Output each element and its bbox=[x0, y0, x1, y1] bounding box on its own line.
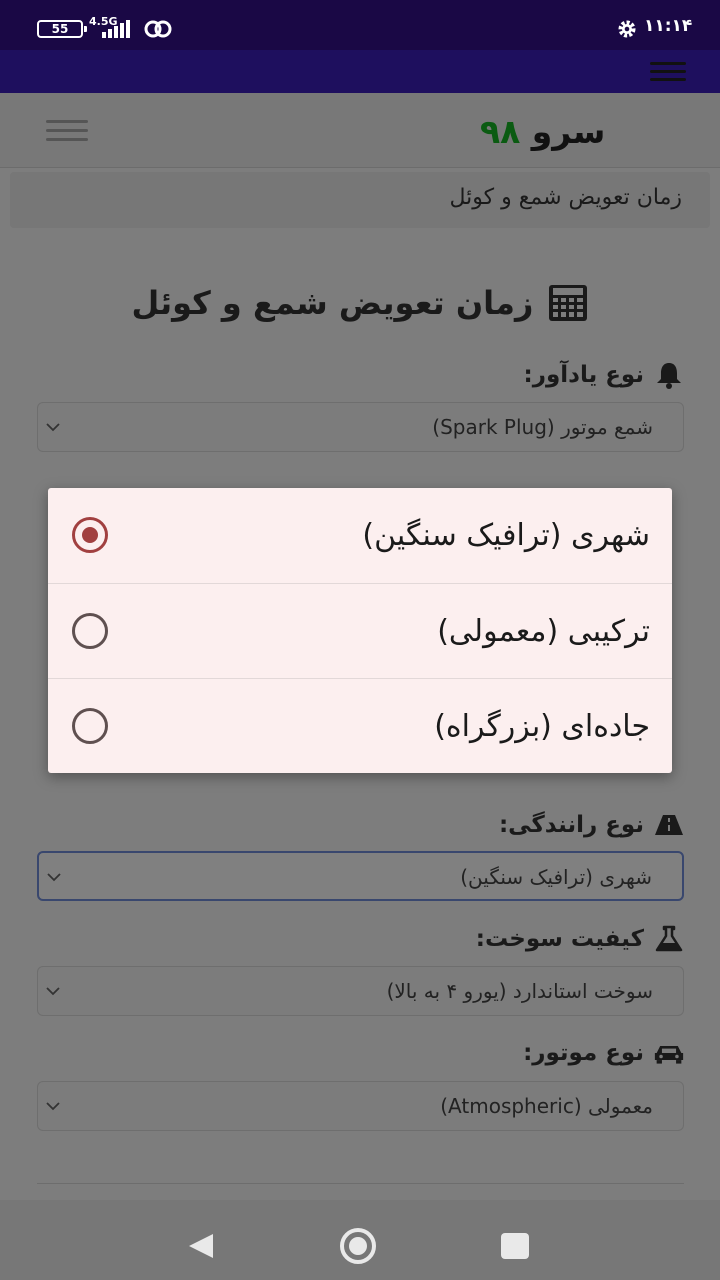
status-bar: 55 4.5G ۱۱:۱۴ bbox=[0, 0, 720, 50]
logo-number: ۹۸ bbox=[480, 112, 521, 151]
breadcrumb: زمان تعویض شمع و کوئل bbox=[10, 172, 710, 228]
battery-indicator: 55 bbox=[37, 20, 87, 38]
radio-button[interactable] bbox=[72, 613, 108, 649]
recents-icon[interactable] bbox=[501, 1233, 529, 1259]
calculator-icon bbox=[549, 285, 588, 321]
site-logo[interactable]: سرو ۹۸ bbox=[480, 112, 620, 156]
fuel-quality-select[interactable]: سوخت استاندارد (یورو ۴ به بالا) bbox=[37, 966, 684, 1016]
radio-button[interactable] bbox=[72, 708, 108, 744]
signal-icon bbox=[98, 20, 138, 38]
hamburger-menu-icon[interactable] bbox=[46, 118, 88, 142]
chevron-down-icon bbox=[46, 423, 60, 432]
app-bar bbox=[0, 50, 720, 93]
driving-type-select[interactable]: شهری (ترافیک سنگین) bbox=[37, 851, 684, 901]
logo-word: سرو bbox=[531, 112, 606, 151]
hotspot-icon bbox=[144, 20, 172, 38]
flask-icon bbox=[655, 925, 683, 952]
engine-type-label: نوع موتور: bbox=[523, 1036, 684, 1070]
option-label: ترکیبی (معمولی) bbox=[437, 614, 650, 649]
dialog-option[interactable]: ترکیبی (معمولی) bbox=[48, 583, 672, 678]
page-title: زمان تعویض شمع و کوئل bbox=[131, 284, 534, 322]
radio-button-selected[interactable] bbox=[72, 517, 108, 553]
bell-icon bbox=[657, 363, 681, 389]
page-title-block: زمان تعویض شمع و کوئل bbox=[60, 284, 660, 334]
reminder-type-label: نوع یادآور: bbox=[524, 358, 684, 392]
app-menu-icon[interactable] bbox=[650, 60, 686, 84]
option-label: شهری (ترافیک سنگین) bbox=[362, 518, 650, 553]
dialog-option[interactable]: جاده‌ای (بزرگراه) bbox=[48, 678, 672, 773]
driving-type-label: نوع رانندگی: bbox=[499, 808, 684, 842]
road-icon bbox=[655, 815, 683, 835]
chevron-down-icon bbox=[46, 987, 60, 996]
chevron-down-icon bbox=[47, 873, 61, 882]
home-icon[interactable] bbox=[338, 1226, 378, 1266]
reminder-type-select[interactable]: شمع موتور (Spark Plug) bbox=[37, 402, 684, 452]
driving-type-dialog: شهری (ترافیک سنگین) ترکیبی (معمولی) جاده… bbox=[48, 488, 672, 773]
dialog-option[interactable]: شهری (ترافیک سنگین) bbox=[48, 488, 672, 583]
option-label: جاده‌ای (بزرگراه) bbox=[434, 709, 650, 744]
clock: ۱۱:۱۴ bbox=[644, 16, 693, 36]
engine-type-select[interactable]: معمولی (Atmospheric) bbox=[37, 1081, 684, 1131]
car-icon bbox=[654, 1045, 684, 1064]
chevron-down-icon bbox=[46, 1102, 60, 1111]
back-icon[interactable] bbox=[186, 1232, 216, 1260]
fuel-quality-label: کیفیت سوخت: bbox=[476, 922, 684, 956]
gear-icon bbox=[618, 20, 636, 38]
divider bbox=[37, 1183, 684, 1184]
